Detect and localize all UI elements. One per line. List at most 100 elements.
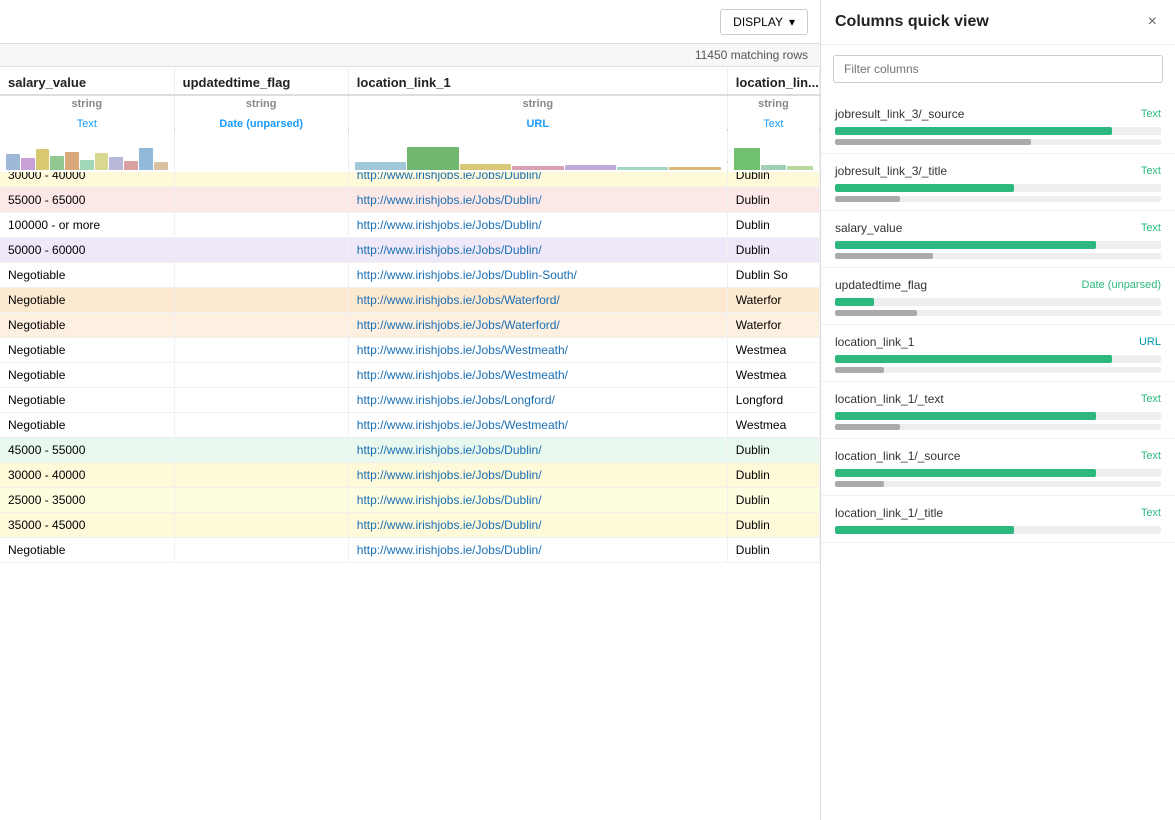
col-item-type: Text	[1141, 450, 1161, 462]
table-row[interactable]: Negotiablehttp://www.irishjobs.ie/Jobs/D…	[0, 263, 820, 288]
display-button[interactable]: DISPLAY ▾	[720, 9, 808, 35]
col-sub-bar-fill	[835, 253, 933, 259]
table-area: DISPLAY ▾ 11450 matching rows	[0, 0, 820, 820]
col-item-type: URL	[1139, 336, 1161, 348]
cell-location2: Westmea	[727, 413, 819, 438]
table-row[interactable]: Negotiable http://www.irishjobs.ie/Jobs/W…	[0, 338, 820, 363]
close-button[interactable]: ×	[1144, 12, 1161, 32]
col-item-name: location_link_1	[835, 335, 914, 349]
cell-updated	[174, 463, 348, 488]
cell-updated	[174, 338, 348, 363]
cell-location1: http://www.irishjobs.ie/Jobs/Dublin-Sout…	[348, 263, 727, 288]
cell-location1: http://www.irishjobs.ie/Jobs/Westmeath/	[348, 338, 727, 363]
col-header-location2[interactable]: location_lin...	[727, 67, 819, 95]
cell-salary: 35000 - 45000	[0, 513, 174, 538]
table-body: 30000 - 40000http://www.irishjobs.ie/Job…	[0, 162, 820, 563]
table-row[interactable]: Negotiable http://www.irishjobs.ie/Jobs/W…	[0, 363, 820, 388]
col-bar-fill	[835, 469, 1096, 477]
cell-location1: http://www.irishjobs.ie/Jobs/Dublin/	[348, 188, 727, 213]
col-sub-bar-fill	[835, 196, 900, 202]
panel-col-item[interactable]: salary_value Text	[821, 211, 1175, 268]
col-sub-bar-track	[835, 253, 1161, 259]
table-row[interactable]: 35000 - 45000 http://www.irishjobs.ie/Job…	[0, 513, 820, 538]
cell-updated	[174, 413, 348, 438]
col-item-name: salary_value	[835, 221, 902, 235]
cell-salary: 55000 - 65000	[0, 188, 174, 213]
panel-col-item[interactable]: updatedtime_flagDate (unparsed)	[821, 268, 1175, 325]
table-wrapper[interactable]: salary_value updatedtime_flag location_l…	[0, 67, 820, 820]
col-bar-track	[835, 526, 1161, 534]
cell-salary: Negotiable	[0, 363, 174, 388]
cell-location1: http://www.irishjobs.ie/Jobs/Dublin/	[348, 513, 727, 538]
table-row[interactable]: 50000 - 60000http://www.irishjobs.ie/Job…	[0, 238, 820, 263]
table-row[interactable]: Negotiablehttp://www.irishjobs.ie/Jobs/W…	[0, 313, 820, 338]
type-row: string string string string	[0, 95, 820, 111]
panel-col-item[interactable]: location_link_1/_sourceText	[821, 439, 1175, 496]
data-table: salary_value updatedtime_flag location_l…	[0, 67, 820, 563]
table-row[interactable]: Negotiablehttp://www.irishjobs.ie/Jobs/D…	[0, 538, 820, 563]
col-sub-bar-fill	[835, 367, 884, 373]
table-row[interactable]: 25000 - 35000http://www.irishjobs.ie/Job…	[0, 488, 820, 513]
cell-salary: Negotiable	[0, 313, 174, 338]
panel-col-item[interactable]: location_link_1/_titleText	[821, 496, 1175, 543]
col-item-type: Text	[1141, 507, 1161, 519]
cell-salary: Negotiable	[0, 538, 174, 563]
panel-scroll[interactable]: jobresult_link_3/_sourceTextjobresult_li…	[821, 93, 1175, 820]
col-sub-bar-track	[835, 424, 1161, 430]
table-row[interactable]: 30000 - 40000http://www.irishjobs.ie/Job…	[0, 463, 820, 488]
col-bar-fill	[835, 526, 1014, 534]
col-item-type: Text	[1141, 165, 1161, 177]
cell-location1: http://www.irishjobs.ie/Jobs/Westmeath/	[348, 363, 727, 388]
col-header-updated[interactable]: updatedtime_flag	[174, 67, 348, 95]
cell-salary: Negotiable	[0, 388, 174, 413]
table-row[interactable]: 100000 - or morehttp://www.irishjobs.ie/…	[0, 213, 820, 238]
table-row[interactable]: Negotiablehttp://www.irishjobs.ie/Jobs/W…	[0, 413, 820, 438]
cell-location2: Dublin	[727, 188, 819, 213]
table-row[interactable]: 55000 - 65000 http://www.irishjobs.ie/Job…	[0, 188, 820, 213]
cell-location2: Longford	[727, 388, 819, 413]
col-header-salary[interactable]: salary_value	[0, 67, 174, 95]
col-header-location1[interactable]: location_link_1	[348, 67, 727, 95]
chevron-down-icon: ▾	[789, 15, 795, 29]
col-bar-fill	[835, 298, 874, 306]
top-bar: DISPLAY ▾	[0, 0, 820, 44]
row-count: 11450 matching rows	[695, 48, 808, 62]
cell-location1: http://www.irishjobs.ie/Jobs/Dublin/	[348, 438, 727, 463]
cell-location1: http://www.irishjobs.ie/Jobs/Dublin/	[348, 213, 727, 238]
cell-updated	[174, 438, 348, 463]
col-sub-bar-track	[835, 367, 1161, 373]
cell-salary: 25000 - 35000	[0, 488, 174, 513]
panel-col-item[interactable]: location_link_1 URL	[821, 325, 1175, 382]
panel-col-item[interactable]: jobresult_link_3/_title Text	[821, 154, 1175, 211]
cell-location1: http://www.irishjobs.ie/Jobs/Longford/	[348, 388, 727, 413]
cell-location2: Westmea	[727, 338, 819, 363]
cell-location2: Dublin	[727, 538, 819, 563]
table-row[interactable]: 45000 - 55000http://www.irishjobs.ie/Job…	[0, 438, 820, 463]
cell-location2: Dublin	[727, 488, 819, 513]
cell-salary: Negotiable	[0, 338, 174, 363]
col-item-name: jobresult_link_3/_source	[835, 107, 964, 121]
cell-updated	[174, 388, 348, 413]
col-sub-bar-track	[835, 196, 1161, 202]
col-item-name: jobresult_link_3/_title	[835, 164, 947, 178]
cell-location1: http://www.irishjobs.ie/Jobs/Waterford/	[348, 288, 727, 313]
panel-header: Columns quick view ×	[821, 0, 1175, 45]
cell-location2: Dublin So	[727, 263, 819, 288]
col-sub-bar-track	[835, 139, 1161, 145]
col-item-type: Date (unparsed)	[1082, 279, 1162, 291]
col-bar-fill	[835, 355, 1112, 363]
col-sub-bar-track	[835, 310, 1161, 316]
cell-location2: Dublin	[727, 513, 819, 538]
cell-salary: Negotiable	[0, 288, 174, 313]
panel-col-item[interactable]: jobresult_link_3/_source Text	[821, 97, 1175, 154]
table-row[interactable]: Negotiable http://www.irishjobs.ie/Jobs/L…	[0, 388, 820, 413]
cell-location2: Waterfor	[727, 288, 819, 313]
cell-updated	[174, 513, 348, 538]
col-item-type: Text	[1141, 222, 1161, 234]
panel-col-item[interactable]: location_link_1/_textText	[821, 382, 1175, 439]
filter-columns-input[interactable]	[833, 55, 1163, 83]
table-row[interactable]: Negotiable http://www.irishjobs.ie/Jobs/W…	[0, 288, 820, 313]
col-bar-track	[835, 127, 1161, 135]
cell-location2: Westmea	[727, 363, 819, 388]
col-item-type: Text	[1141, 108, 1161, 120]
